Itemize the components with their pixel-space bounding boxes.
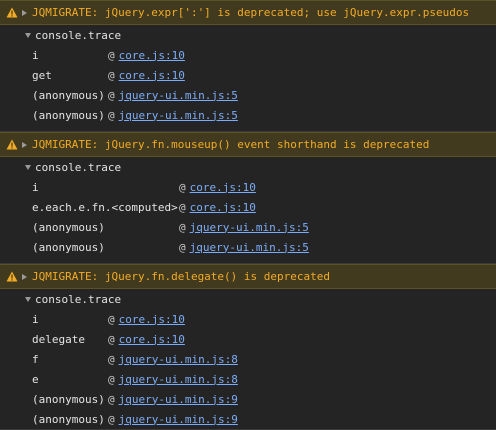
frame-at: @: [108, 372, 115, 386]
frame-source-link[interactable]: jquery-ui.min.js:9: [119, 393, 238, 406]
frame-function: (anonymous): [32, 240, 105, 254]
expand-triangle-icon[interactable]: [22, 141, 27, 148]
frame-at: @: [108, 352, 115, 366]
frame-at: @: [108, 332, 115, 346]
console-trace-header[interactable]: console.trace: [0, 289, 496, 309]
frame-source-link[interactable]: core.js:10: [119, 49, 185, 62]
frame-at: @: [108, 412, 115, 426]
frame-function: (anonymous): [32, 412, 105, 426]
frame-function: (anonymous): [32, 108, 105, 122]
stack-frame: f @ jquery-ui.min.js:8: [0, 349, 496, 369]
frame-at: @: [108, 68, 115, 82]
frame-at: @: [108, 48, 115, 62]
collapse-triangle-icon[interactable]: [25, 164, 31, 170]
stack-frame: get @ core.js:10: [0, 65, 496, 85]
frame-function: delegate: [32, 332, 85, 346]
warning-icon: [6, 139, 18, 150]
frame-function: f: [32, 352, 39, 366]
console-trace-header[interactable]: console.trace: [0, 25, 496, 45]
frame-function: i: [32, 312, 39, 326]
stack-frame: (anonymous) @ jquery-ui.min.js:5: [0, 85, 496, 105]
warning-icon: [6, 7, 18, 18]
frame-at: @: [108, 108, 115, 122]
frame-function: get: [32, 68, 52, 82]
console-trace-header[interactable]: console.trace: [0, 157, 496, 177]
frame-source-link[interactable]: jquery-ui.min.js:5: [190, 241, 309, 254]
stack-frame: (anonymous) @ jquery-ui.min.js:9: [0, 409, 496, 429]
warning-text: JQMIGRATE: jQuery.fn.mouseup() event sho…: [32, 138, 430, 151]
frame-source-link[interactable]: jquery-ui.min.js:9: [119, 413, 238, 426]
frame-at: @: [108, 392, 115, 406]
frame-function: (anonymous): [32, 392, 105, 406]
trace-label: console.trace: [35, 28, 122, 42]
warning-text: JQMIGRATE: jQuery.fn.delegate() is depre…: [32, 270, 331, 283]
frame-source-link[interactable]: core.js:10: [119, 333, 185, 346]
frame-function: i: [32, 48, 39, 62]
frame-source-link[interactable]: core.js:10: [119, 313, 185, 326]
frame-source-link[interactable]: jquery-ui.min.js:5: [119, 89, 238, 102]
stack-frame: i @ core.js:10: [0, 177, 496, 197]
stack-frame: (anonymous) @ jquery-ui.min.js:5: [0, 217, 496, 237]
frame-function: e: [32, 372, 39, 386]
frame-function: (anonymous): [32, 88, 105, 102]
frame-source-link[interactable]: jquery-ui.min.js:8: [119, 353, 238, 366]
console-panel: JQMIGRATE: jQuery.expr[':'] is deprecate…: [0, 0, 496, 430]
console-message-group: JQMIGRATE: jQuery.fn.delegate() is depre…: [0, 264, 496, 430]
frame-at: @: [108, 88, 115, 102]
frame-function: (anonymous): [32, 220, 105, 234]
stack-frame: (anonymous) @ jquery-ui.min.js:9: [0, 389, 496, 409]
frame-source-link[interactable]: jquery-ui.min.js:5: [190, 221, 309, 234]
stack-frame: e @ jquery-ui.min.js:8: [0, 369, 496, 389]
frame-source-link[interactable]: jquery-ui.min.js:8: [119, 373, 238, 386]
stack-frame: i @ core.js:10: [0, 309, 496, 329]
warning-message[interactable]: JQMIGRATE: jQuery.expr[':'] is deprecate…: [0, 0, 496, 25]
warning-icon: [6, 271, 18, 282]
console-message-group: JQMIGRATE: jQuery.expr[':'] is deprecate…: [0, 0, 496, 132]
expand-triangle-icon[interactable]: [22, 273, 27, 280]
stack-frame: delegate @ core.js:10: [0, 329, 496, 349]
warning-message[interactable]: JQMIGRATE: jQuery.fn.mouseup() event sho…: [0, 132, 496, 157]
stack-frame: i @ core.js:10: [0, 45, 496, 65]
expand-triangle-icon[interactable]: [22, 9, 27, 16]
frame-source-link[interactable]: core.js:10: [119, 69, 185, 82]
warning-message[interactable]: JQMIGRATE: jQuery.fn.delegate() is depre…: [0, 264, 496, 289]
stack-frame: e.each.e.fn.<computed> @ core.js:10: [0, 197, 496, 217]
console-message-group: JQMIGRATE: jQuery.fn.mouseup() event sho…: [0, 132, 496, 264]
frame-at: @: [179, 200, 186, 214]
frame-at: @: [179, 240, 186, 254]
stack-frame: (anonymous) @ jquery-ui.min.js:5: [0, 105, 496, 125]
collapse-triangle-icon[interactable]: [25, 296, 31, 302]
frame-at: @: [179, 180, 186, 194]
warning-text: JQMIGRATE: jQuery.expr[':'] is deprecate…: [32, 6, 470, 19]
frame-source-link[interactable]: jquery-ui.min.js:5: [119, 109, 238, 122]
frame-function: i: [32, 180, 39, 194]
frame-source-link[interactable]: core.js:10: [190, 181, 256, 194]
collapse-triangle-icon[interactable]: [25, 32, 31, 38]
trace-label: console.trace: [35, 160, 122, 174]
stack-frame: (anonymous) @ jquery-ui.min.js:5: [0, 237, 496, 257]
frame-at: @: [179, 220, 186, 234]
frame-function: e.each.e.fn.<computed>: [32, 200, 178, 214]
frame-at: @: [108, 312, 115, 326]
trace-label: console.trace: [35, 292, 122, 306]
frame-source-link[interactable]: core.js:10: [190, 201, 256, 214]
